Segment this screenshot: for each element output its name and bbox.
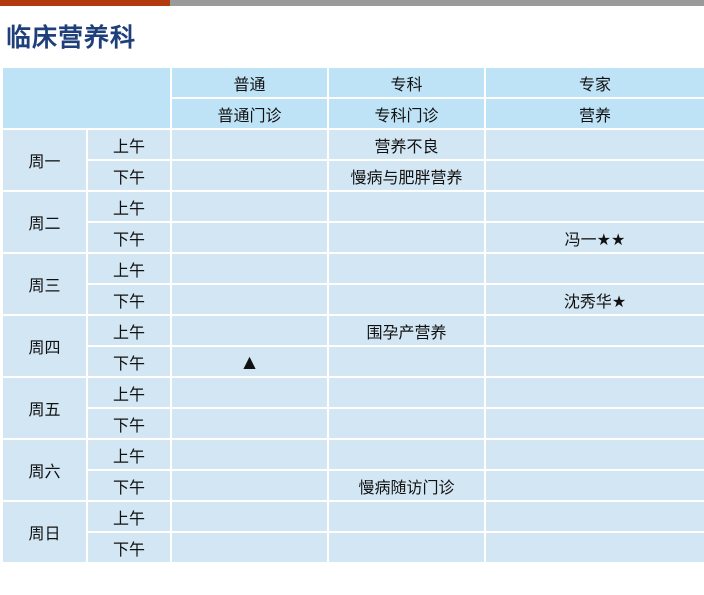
schedule-cell (484, 190, 704, 223)
schedule-cell (170, 190, 329, 223)
schedule-cell (170, 221, 329, 254)
day-label: 周六 (1, 438, 88, 502)
top-decor-bar (0, 0, 704, 6)
period-label: 下午 (86, 345, 172, 378)
period-label: 上午 (86, 252, 172, 285)
schedule-cell (327, 190, 486, 223)
header-type-cell: 专科 (327, 66, 486, 99)
schedule-cell (484, 407, 704, 440)
header-name-cell: 普通门诊 (170, 97, 329, 130)
schedule-cell (484, 252, 704, 285)
day-label: 周五 (1, 376, 88, 440)
schedule-cell: 营养不良 (327, 128, 486, 161)
page-title: 临床营养科 (6, 23, 137, 52)
schedule-cell (170, 252, 329, 285)
header-corner-cell (1, 66, 172, 130)
schedule-cell (484, 376, 704, 409)
day-label: 周四 (1, 314, 88, 378)
schedule-cell (327, 500, 486, 533)
table-row: 下午 冯一★★ (2, 221, 704, 254)
schedule-cell (170, 159, 329, 192)
period-label: 上午 (86, 128, 172, 161)
period-label: 上午 (86, 190, 172, 223)
period-label: 下午 (86, 283, 172, 316)
period-label: 上午 (86, 314, 172, 347)
period-label: 下午 (86, 159, 172, 192)
schedule-cell (327, 345, 486, 378)
day-label: 周三 (1, 252, 88, 316)
schedule-cell (170, 438, 329, 471)
schedule-cell (170, 407, 329, 440)
header-row-types: 普通 专科 专家 (1, 66, 704, 130)
schedule-cell (170, 128, 329, 161)
header-type-cell: 普通 (170, 66, 329, 99)
schedule-cell (170, 376, 329, 409)
schedule-cell: 慢病随访门诊 (327, 469, 486, 502)
schedule-cell (484, 438, 704, 471)
schedule-cell (484, 314, 704, 347)
schedule-cell (484, 159, 704, 192)
schedule-cell (170, 500, 329, 533)
schedule-cell (327, 438, 486, 471)
clinic-schedule-table: 普通 专科 专家 普通门诊 专科门诊 营养 周一 上午 营养不良 下午 慢病与肥胖营养周… (1, 66, 704, 564)
schedule-cell: 冯一★★ (484, 221, 704, 254)
schedule-cell (484, 345, 704, 378)
day-label: 周二 (1, 190, 88, 254)
schedule-cell (484, 469, 704, 502)
table-row: 周六 上午 (1, 438, 704, 502)
schedule-cell (484, 531, 704, 564)
schedule-cell: 沈秀华★ (484, 283, 704, 316)
period-label: 下午 (86, 469, 172, 502)
table-row: 周三 上午 (1, 252, 704, 316)
schedule-cell: 围孕产营养 (327, 314, 486, 347)
schedule-cell (170, 314, 329, 347)
schedule-cell (327, 531, 486, 564)
header-type-cell: 专家 (484, 66, 704, 99)
schedule-cell (484, 128, 704, 161)
header-name-cell: 营养 (484, 97, 704, 130)
schedule-cell (327, 252, 486, 285)
table-row: 周五 上午 (1, 376, 704, 440)
day-label: 周日 (1, 500, 88, 564)
period-label: 下午 (86, 221, 172, 254)
header-name-cell: 专科门诊 (327, 97, 486, 130)
table-row: 周二 上午 (1, 190, 704, 254)
table-row: 下午 沈秀华★ (2, 283, 704, 316)
period-label: 上午 (86, 438, 172, 471)
table-row: 周日 上午 (1, 500, 704, 564)
schedule-cell (327, 376, 486, 409)
schedule-cell (170, 283, 329, 316)
top-decor-accent (0, 0, 170, 6)
schedule-cell (484, 500, 704, 533)
table-row: 下午 慢病与肥胖营养 (2, 159, 704, 192)
table-row: 下午 (2, 407, 704, 440)
table-row: 下午 ▲ (2, 345, 704, 378)
period-label: 下午 (86, 531, 172, 564)
table-row: 周四 上午 围孕产营养 (1, 314, 704, 378)
schedule-cell (327, 283, 486, 316)
schedule-cell: 慢病与肥胖营养 (327, 159, 486, 192)
day-label: 周一 (1, 128, 88, 192)
period-label: 上午 (86, 376, 172, 409)
schedule-cell: ▲ (170, 345, 329, 378)
schedule-cell (170, 531, 329, 564)
schedule-cell (170, 469, 329, 502)
period-label: 下午 (86, 407, 172, 440)
table-row: 周一 上午 营养不良 (1, 128, 704, 192)
table-row: 下午 慢病随访门诊 (2, 469, 704, 502)
schedule-cell (327, 221, 486, 254)
schedule-cell (327, 407, 486, 440)
table-row: 下午 (2, 531, 704, 564)
period-label: 上午 (86, 500, 172, 533)
